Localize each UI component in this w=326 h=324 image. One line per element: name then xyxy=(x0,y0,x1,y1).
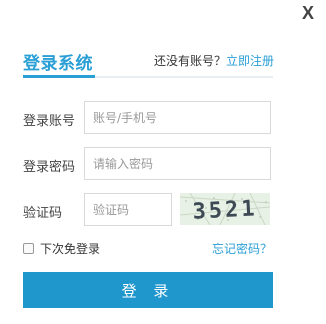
captcha-input[interactable] xyxy=(84,193,172,226)
captcha-label: 验证码 xyxy=(23,206,63,221)
captcha-image[interactable]: 3521 xyxy=(180,193,270,225)
close-button[interactable]: X xyxy=(302,3,314,24)
remember-label: 下次免登录 xyxy=(40,242,101,256)
captcha-text: 3521 xyxy=(192,196,258,224)
captcha-graphic: 3521 xyxy=(180,193,270,225)
password-label: 登录密码 xyxy=(23,160,76,175)
login-button[interactable]: 登 录 xyxy=(23,272,273,308)
remember-checkbox[interactable] xyxy=(23,243,34,254)
register-text: 还没有账号？ xyxy=(153,54,226,68)
register-link[interactable]: 立即注册 xyxy=(226,54,274,68)
forgot-password-link[interactable]: 忘记密码？ xyxy=(212,240,272,257)
register-prompt: 还没有账号？立即注册 xyxy=(154,52,274,69)
page-title: 登录系统 xyxy=(23,54,93,74)
title-divider-accent xyxy=(23,75,95,78)
account-label: 登录账号 xyxy=(23,114,76,129)
password-input[interactable] xyxy=(84,147,271,180)
remember-login[interactable]: 下次免登录 xyxy=(23,240,100,257)
account-input[interactable] xyxy=(84,101,271,134)
